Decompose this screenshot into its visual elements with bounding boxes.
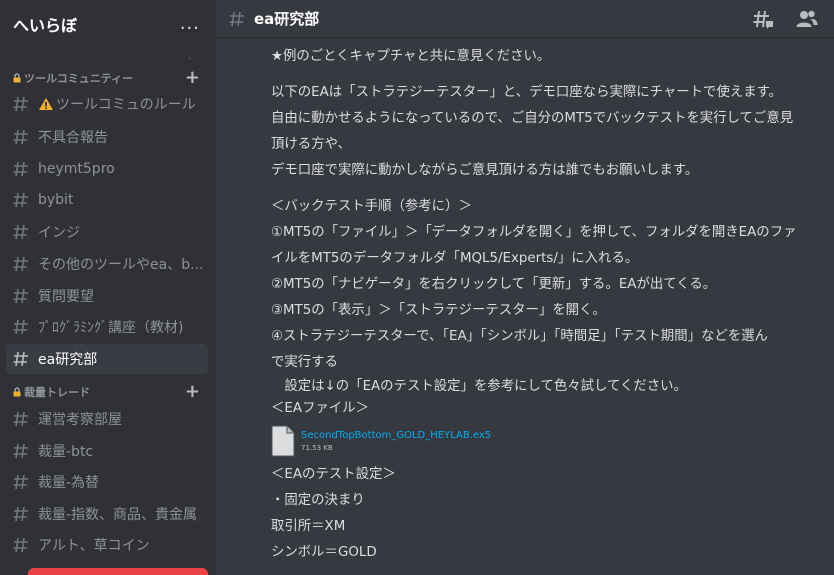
scroll-indicator: · xyxy=(188,54,192,65)
channel-tool-rules[interactable]: ツールコミュのルール xyxy=(6,89,208,119)
channel-label: 質問要望 xyxy=(38,289,94,305)
channel-label: 運営考察部屋 xyxy=(38,412,122,428)
warning-icon xyxy=(39,98,53,110)
locked-hash-icon xyxy=(13,192,28,208)
channel-bybit[interactable]: bybit xyxy=(6,185,208,215)
channel-heymt5pro[interactable]: heymt5pro xyxy=(6,154,208,184)
channel-indices[interactable]: 裁量-指数、商品、貴金属 xyxy=(6,499,208,529)
message-line: 以下のEAは「ストラテジーテスター」と、デモ口座なら実際にチャートで使えます。 xyxy=(271,85,783,100)
category-label: ツールコミュニティー xyxy=(24,72,134,85)
locked-hash-icon xyxy=(13,351,28,367)
channel-label: ﾌﾟﾛｸﾞﾗﾐﾝｸﾞ講座（教材) xyxy=(38,320,184,336)
message-line: 頂ける方や、 xyxy=(271,137,351,152)
message-line: 自由に動かせるようになっているので、ご自分のMT5でバックテストを実行してご意見 xyxy=(271,111,794,126)
message-line: ＜バックテスト手順（参考に）＞ xyxy=(271,199,472,214)
channel-label: bybit xyxy=(38,192,74,208)
channel-label: 裁量-btc xyxy=(38,444,94,460)
message-line: シンボル＝GOLD xyxy=(271,545,377,560)
channel-indicator[interactable]: インジ xyxy=(6,217,208,247)
channel-altcoins[interactable]: アルト、草コイン xyxy=(6,530,208,560)
locked-hash-icon xyxy=(13,256,28,272)
message-line: デモ口座で実際に動かしながらご意見頂ける方は誰でもお願いします。 xyxy=(271,163,699,178)
channel-btc[interactable]: 裁量-btc xyxy=(6,436,208,466)
channel-label: その他のツールやea、b... xyxy=(38,257,204,273)
message-line: ②MT5の「ナビゲータ」を右クリックして「更新」する。EAが出てくる。 xyxy=(271,277,717,292)
file-icon xyxy=(271,425,295,457)
channel-bug-report[interactable]: 不具合報告 xyxy=(6,122,208,152)
channel-programming-course[interactable]: ﾌﾟﾛｸﾞﾗﾐﾝｸﾞ講座（教材) xyxy=(6,312,208,342)
message-line: イルをMT5のデータフォルダ「MQL5/Experts/」に入れる。 xyxy=(271,251,639,266)
locked-hash-icon xyxy=(13,224,28,240)
message-line: ・固定の決まり xyxy=(271,493,365,508)
message-line: で実行する xyxy=(271,355,338,370)
channel-sidebar: へいらぼ ... · ツールコミュニティー + ツールコミュのルール 不具合報告… xyxy=(0,0,216,575)
channel-label: 裁量-為替 xyxy=(38,475,100,491)
new-unreads-pill[interactable] xyxy=(28,568,208,575)
category-discretionary-trade[interactable]: 裁量トレード + xyxy=(0,382,216,402)
channel-label: 裁量-指数、商品、貴金属 xyxy=(38,507,198,523)
members-icon[interactable] xyxy=(796,8,818,30)
message-content: ★例のごとくキャプチャと共に意見ください。 以下のEAは「ストラテジーテスター」… xyxy=(271,44,831,566)
message-line: 設定は↓の「EAのテスト設定」を参考にして色々試してください。 xyxy=(271,379,687,394)
channel-label: heymt5pro xyxy=(38,161,115,177)
locked-hash-icon xyxy=(13,129,28,145)
locked-hash-icon xyxy=(13,474,28,490)
server-menu-icon[interactable]: ... xyxy=(180,15,200,33)
message-line: ①MT5の「ファイル」＞「データフォルダを開く」を押して、フォルダを開きEAのフ… xyxy=(271,225,797,240)
channel-questions[interactable]: 質問要望 xyxy=(6,281,208,311)
channel-label: インジ xyxy=(38,225,80,241)
server-header[interactable]: へいらぼ ... xyxy=(0,0,216,48)
server-name: へいらぼ xyxy=(13,16,78,35)
category-tool-community[interactable]: ツールコミュニティー + xyxy=(0,68,216,88)
locked-hash-icon xyxy=(13,161,28,177)
message-line: ③MT5の「表示」＞「ストラテジーテスター」を開く。 xyxy=(271,303,606,318)
locked-hash-icon xyxy=(13,411,28,427)
channel-label: アルト、草コイン xyxy=(38,538,150,554)
attachment-filename-link[interactable]: SecondTopBottom_GOLD_HEYLAB.ex5 xyxy=(301,429,491,443)
channel-management-room[interactable]: 運営考察部屋 xyxy=(6,404,208,434)
locked-hash-icon xyxy=(13,288,28,304)
message-line: 取引所＝XM xyxy=(271,519,346,534)
channel-title: ea研究部 xyxy=(254,10,320,28)
channel-fx[interactable]: 裁量-為替 xyxy=(6,467,208,497)
locked-hash-icon xyxy=(13,537,28,553)
file-attachment[interactable]: SecondTopBottom_GOLD_HEYLAB.ex5 71.53 KB xyxy=(271,424,831,458)
channel-ea-research[interactable]: ea研究部 xyxy=(6,344,208,374)
message-line: ④ストラテジーテスターで、「EA」「シンボル」「時間足」「テスト期間」などを選ん xyxy=(271,329,768,344)
channel-other-tools[interactable]: その他のツールやea、b... xyxy=(6,249,208,279)
channel-header: ea研究部 xyxy=(216,0,834,38)
lock-icon xyxy=(13,73,21,83)
message-line: ＜EAのテスト設定＞ xyxy=(271,467,396,482)
locked-hash-icon xyxy=(13,506,28,522)
channel-label: ツールコミュのルール xyxy=(56,97,196,113)
locked-hash-icon xyxy=(13,96,28,112)
add-channel-icon[interactable]: + xyxy=(185,383,200,401)
channel-label: ea研究部 xyxy=(38,352,98,368)
threads-icon[interactable] xyxy=(752,8,774,30)
lock-icon xyxy=(13,387,21,397)
add-channel-icon[interactable]: + xyxy=(185,69,200,87)
message-line: ★例のごとくキャプチャと共に意見ください。 xyxy=(271,49,551,64)
locked-hash-icon xyxy=(229,11,244,26)
category-label: 裁量トレード xyxy=(24,386,90,399)
message-line: ＜EAファイル＞ xyxy=(271,401,369,416)
locked-hash-icon xyxy=(13,443,28,459)
channel-label: 不具合報告 xyxy=(38,130,108,146)
attachment-size: 71.53 KB xyxy=(301,444,333,452)
locked-hash-icon xyxy=(13,319,28,335)
